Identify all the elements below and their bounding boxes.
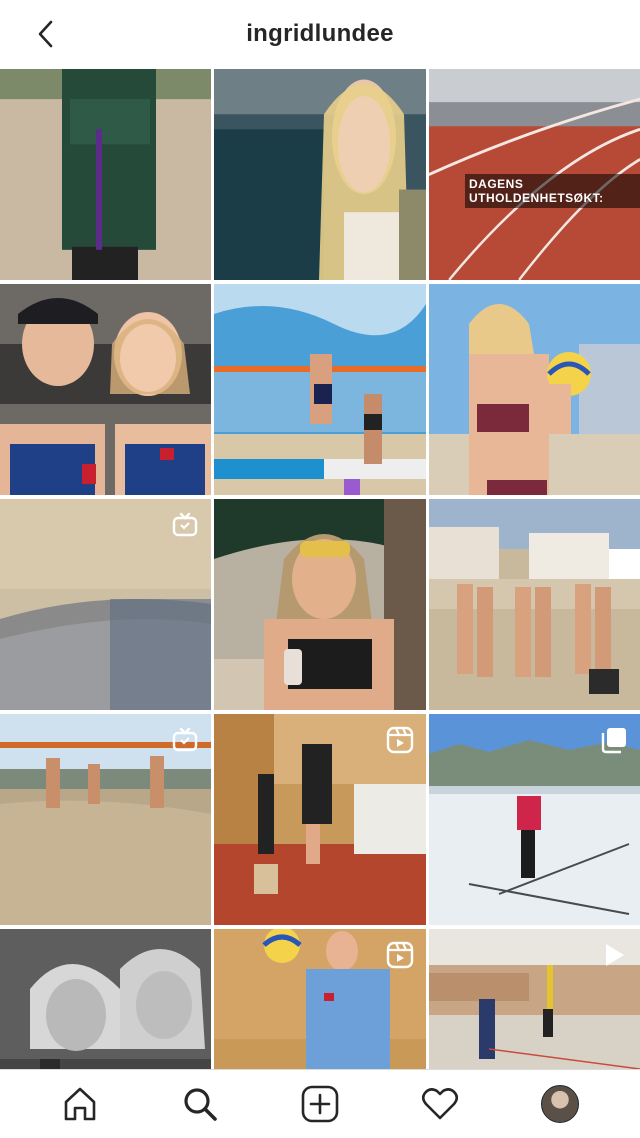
post-thumbnail[interactable] [214,499,426,710]
new-post-icon [301,1085,339,1123]
post-image [214,284,426,495]
reels-icon [386,941,414,969]
post-thumbnail[interactable] [429,714,640,925]
post-thumbnail[interactable]: DAGENS UTHOLDENHETSØKT: [429,69,640,280]
post-caption-overlay: DAGENS UTHOLDENHETSØKT: [465,174,640,208]
tab-new-post[interactable] [296,1080,344,1128]
post-thumbnail[interactable] [429,284,640,495]
post-image [0,929,211,1069]
post-thumbnail[interactable] [214,284,426,495]
profile-avatar [541,1085,579,1123]
home-icon [64,1087,96,1121]
post-thumbnail[interactable] [214,929,426,1069]
post-thumbnail[interactable] [429,929,640,1069]
post-thumbnail[interactable] [0,284,211,495]
carousel-icon [601,728,626,754]
back-button[interactable] [28,16,64,52]
top-bar: ingridlundee [0,0,640,68]
post-image [0,69,211,280]
tab-search[interactable] [176,1080,224,1128]
post-thumbnail[interactable] [0,929,211,1069]
post-thumbnail[interactable] [214,714,426,925]
video-play-icon [606,944,624,966]
post-image [214,69,426,280]
heart-icon [421,1088,459,1120]
post-thumbnail[interactable] [0,69,211,280]
tab-profile[interactable] [536,1080,584,1128]
igtv-icon [172,727,198,752]
profile-username-title: ingridlundee [246,20,394,47]
bottom-tab-bar [0,1069,640,1138]
posts-grid: DAGENS UTHOLDENHETSØKT: [0,69,640,1069]
post-thumbnail[interactable] [214,69,426,280]
search-icon [184,1088,217,1121]
post-thumbnail[interactable] [429,499,640,710]
post-image [429,499,640,710]
reels-icon [386,726,414,754]
post-image [429,284,640,495]
post-image [214,499,426,710]
post-thumbnail[interactable] [0,714,211,925]
tab-home[interactable] [56,1080,104,1128]
tab-activity[interactable] [416,1080,464,1128]
post-image [0,284,211,495]
igtv-icon [172,512,198,537]
post-thumbnail[interactable] [0,499,211,710]
chevron-left-icon [38,20,53,48]
